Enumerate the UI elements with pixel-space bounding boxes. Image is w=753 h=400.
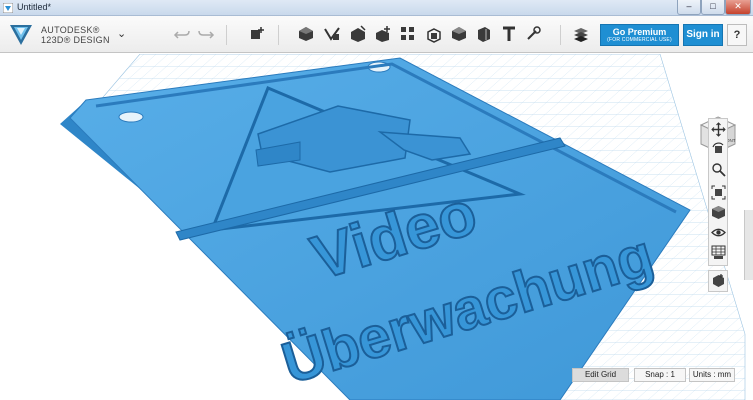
orbit-icon[interactable] [711, 142, 726, 157]
go-premium-button[interactable]: Go Premium (FOR COMMERCIAL USE) [600, 24, 679, 46]
sign-in-button[interactable]: Sign in [683, 24, 723, 46]
toolbar-separator [226, 25, 227, 45]
3d-viewport[interactable]: Video Überwachung TOP FRONT [0, 54, 753, 400]
3d-scene[interactable]: Video Überwachung [0, 54, 753, 400]
snap-setting[interactable]: Snap : 1 [634, 368, 686, 382]
maximize-button[interactable]: □ [701, 0, 725, 15]
toolbar-separator [278, 25, 279, 45]
measure-icon[interactable] [475, 25, 493, 43]
snap-icon[interactable] [524, 25, 542, 43]
group-icon[interactable] [425, 25, 443, 43]
close-button[interactable]: ✕ [725, 0, 751, 15]
pattern-icon[interactable] [399, 25, 417, 43]
autodesk-123d-logo-icon[interactable] [10, 25, 32, 45]
side-panel-tab[interactable] [744, 210, 753, 280]
navigation-bar [708, 118, 728, 266]
grid-material-icon[interactable] [711, 245, 726, 260]
edit-grid-button[interactable]: Edit Grid [572, 368, 629, 382]
window-title: Untitled* [17, 2, 52, 12]
sketch-icon[interactable] [323, 25, 341, 43]
go-premium-subtitle: (FOR COMMERCIAL USE) [607, 37, 672, 43]
app-menu-chevron-icon[interactable]: ⌄ [117, 27, 129, 40]
undo-icon[interactable] [173, 25, 191, 43]
material-icon[interactable] [572, 25, 590, 43]
brand-123d-design: 123D® DESIGN [41, 35, 110, 45]
toolbar-separator [560, 25, 561, 45]
fit-view-icon[interactable] [711, 185, 726, 200]
units-setting[interactable]: Units : mm [689, 368, 735, 382]
app-icon [3, 3, 13, 13]
transform-icon[interactable] [248, 25, 266, 43]
help-button[interactable]: ? [727, 24, 747, 46]
primitives-icon[interactable] [297, 25, 315, 43]
modify-icon[interactable] [374, 25, 392, 43]
window-title-bar: Untitled* – □ ✕ [0, 0, 753, 16]
mount-hole [118, 111, 144, 123]
visibility-eye-icon[interactable] [711, 225, 726, 240]
perspective-icon[interactable] [711, 205, 726, 220]
go-premium-label: Go Premium [612, 27, 667, 37]
brand-autodesk: AUTODESK® [41, 25, 100, 35]
construct-icon[interactable] [349, 25, 367, 43]
pan-icon[interactable] [711, 122, 726, 137]
zoom-icon[interactable] [711, 162, 726, 177]
text-icon[interactable] [500, 25, 518, 43]
minimize-button[interactable]: – [677, 0, 701, 15]
component-icon[interactable] [708, 270, 728, 292]
combine-icon[interactable] [450, 25, 468, 43]
redo-icon[interactable] [197, 25, 215, 43]
